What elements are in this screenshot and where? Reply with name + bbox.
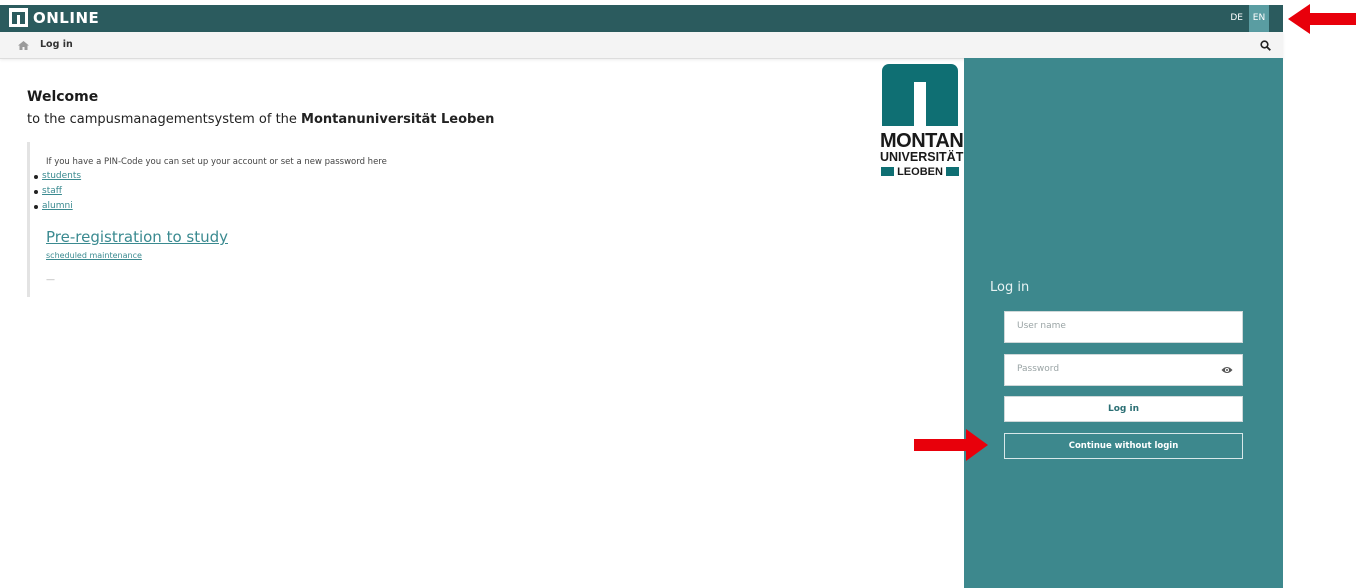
login-button[interactable]: Log in [1004, 396, 1243, 422]
top-bar: ONLINE DE EN [0, 5, 1283, 32]
search-icon[interactable] [1260, 40, 1271, 51]
continue-without-login-button[interactable]: Continue without login [1004, 433, 1243, 459]
username-placeholder: User name [1017, 321, 1066, 331]
page: ONLINE DE EN Log in Welcome to the campu… [0, 0, 1283, 588]
password-placeholder: Password [1017, 364, 1060, 374]
bullet-icon [34, 204, 38, 209]
breadcrumb-bar: Log in [0, 32, 1283, 59]
students-link[interactable]: students [42, 169, 81, 184]
logo-m-mark [882, 64, 958, 126]
brand-text: ONLINE [33, 8, 100, 27]
bullet-icon [34, 174, 38, 179]
lang-de-button[interactable]: DE [1224, 5, 1249, 32]
welcome-subtitle-text: to the campusmanagementsystem of the [27, 112, 302, 127]
logo-square-icon [945, 167, 959, 176]
breadcrumb-current: Log in [40, 39, 73, 50]
list-item[interactable]: students [34, 169, 81, 184]
university-name: Montanuniversität Leoben [301, 112, 495, 127]
password-field[interactable]: Password [1004, 354, 1243, 386]
university-logo: MONTAN UNIVERSITÄT LEOBEN [880, 64, 964, 184]
bullet-icon [34, 189, 38, 194]
arrow-icon [914, 429, 988, 461]
username-field[interactable]: User name [1004, 311, 1243, 343]
logo-line-2: UNIVERSITÄT [880, 150, 964, 164]
divider-dash: — [46, 275, 55, 285]
logo-line-1: MONTAN [880, 130, 964, 152]
staff-link[interactable]: staff [42, 184, 62, 199]
list-item[interactable]: staff [34, 184, 81, 199]
logo-square-icon [881, 167, 895, 176]
page-title: Welcome [27, 89, 99, 105]
welcome-subtitle: to the campusmanagementsystem of the Mon… [27, 112, 494, 127]
scheduled-maintenance-link[interactable]: scheduled maintenance [46, 251, 142, 260]
brand-mark-icon [9, 8, 28, 27]
logo-line-3-text: LEOBEN [897, 166, 943, 178]
account-link-list: students staff alumni [34, 169, 81, 214]
home-icon[interactable] [18, 41, 29, 50]
eye-icon[interactable] [1221, 365, 1233, 375]
alumni-link[interactable]: alumni [42, 199, 73, 214]
info-block: If you have a PIN-Code you can set up yo… [27, 142, 527, 297]
lang-en-button[interactable]: EN [1249, 5, 1269, 32]
login-panel: Log in User name Password Log in Continu… [964, 58, 1283, 588]
pin-code-text: If you have a PIN-Code you can set up yo… [46, 157, 387, 167]
brand-logo[interactable]: ONLINE [9, 8, 99, 27]
list-item[interactable]: alumni [34, 199, 81, 214]
logo-line-3: LEOBEN [880, 165, 960, 179]
arrow-icon [1288, 4, 1356, 34]
login-title: Log in [990, 280, 1030, 295]
pre-registration-link[interactable]: Pre-registration to study [46, 228, 228, 246]
